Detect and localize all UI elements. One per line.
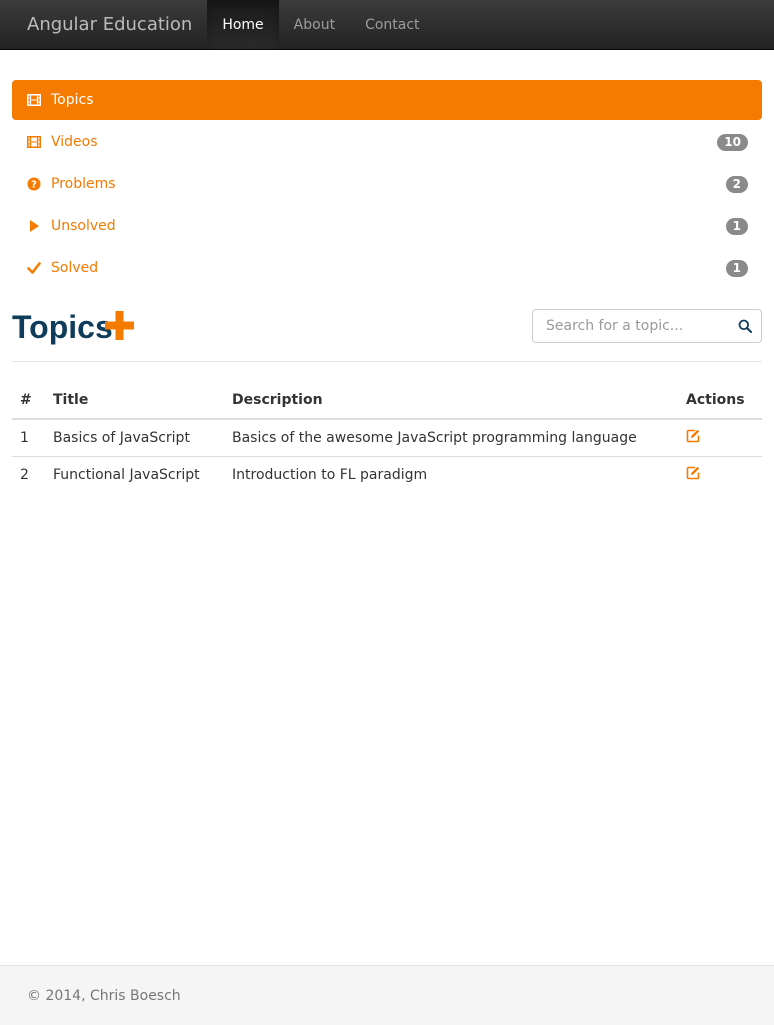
topics-header: Topics (12, 308, 762, 362)
edit-icon[interactable] (686, 429, 700, 443)
topic-search-box (532, 309, 762, 343)
footer: © 2014, Chris Boesch (0, 965, 774, 1025)
menu-item-unsolved[interactable]: Unsolved 1 (12, 206, 762, 246)
menu-item-label: Topics (51, 92, 94, 108)
nav-contact-link[interactable]: Contact (350, 0, 434, 49)
row-num: 1 (12, 418, 45, 456)
table-row: 1 Basics of JavaScript Basics of the awe… (12, 418, 762, 456)
row-actions (678, 418, 762, 456)
menu-item-videos[interactable]: Videos 10 (12, 122, 762, 162)
count-badge: 10 (717, 133, 748, 151)
row-description: Basics of the awesome JavaScript program… (224, 418, 678, 456)
row-num: 2 (12, 455, 45, 493)
copyright-text: © 2014, Chris Boesch (27, 988, 181, 1004)
search-icon[interactable] (729, 319, 761, 333)
column-header-description: Description (224, 381, 678, 420)
edit-icon[interactable] (686, 466, 700, 480)
row-title: Functional JavaScript (45, 455, 224, 493)
menu-item-solved[interactable]: Solved 1 (12, 248, 762, 288)
column-header-title: Title (45, 381, 224, 420)
film-icon (26, 134, 42, 150)
nav-links: Home About Contact (207, 0, 434, 49)
topics-table: # Title Description Actions 1 Basics of … (12, 381, 762, 493)
row-actions (678, 455, 762, 493)
brand-link[interactable]: Angular Education (0, 0, 207, 49)
play-icon (26, 218, 42, 234)
table-header-row: # Title Description Actions (12, 381, 762, 420)
menu-item-label: Solved (51, 260, 99, 276)
svg-text:?: ? (31, 180, 37, 191)
count-badge: 1 (725, 259, 748, 277)
menu-item-label: Videos (51, 134, 98, 150)
menu-item-label: Problems (51, 176, 116, 192)
nav-about-link[interactable]: About (279, 0, 350, 49)
count-badge: 1 (725, 217, 748, 235)
check-icon (26, 260, 42, 276)
column-header-num: # (12, 381, 45, 420)
column-header-actions: Actions (678, 381, 762, 420)
menu-item-topics[interactable]: Topics (12, 80, 762, 120)
menu-item-problems[interactable]: ? Problems 2 (12, 164, 762, 204)
navbar: Angular Education Home About Contact (0, 0, 774, 50)
row-title: Basics of JavaScript (45, 418, 224, 456)
page-title: Topics (12, 309, 113, 345)
add-topic-plus-icon[interactable] (105, 311, 134, 340)
table-row: 2 Functional JavaScript Introduction to … (12, 455, 762, 493)
film-icon (26, 92, 42, 108)
topic-search-input[interactable] (533, 310, 729, 342)
nav-home-link[interactable]: Home (207, 0, 279, 49)
question-circle-icon: ? (26, 176, 42, 192)
menu-item-label: Unsolved (51, 218, 116, 234)
count-badge: 2 (725, 175, 748, 193)
row-description: Introduction to FL paradigm (224, 455, 678, 493)
side-menu: Topics Videos 10 ? Problems 2 Unsolved 1… (12, 80, 762, 290)
